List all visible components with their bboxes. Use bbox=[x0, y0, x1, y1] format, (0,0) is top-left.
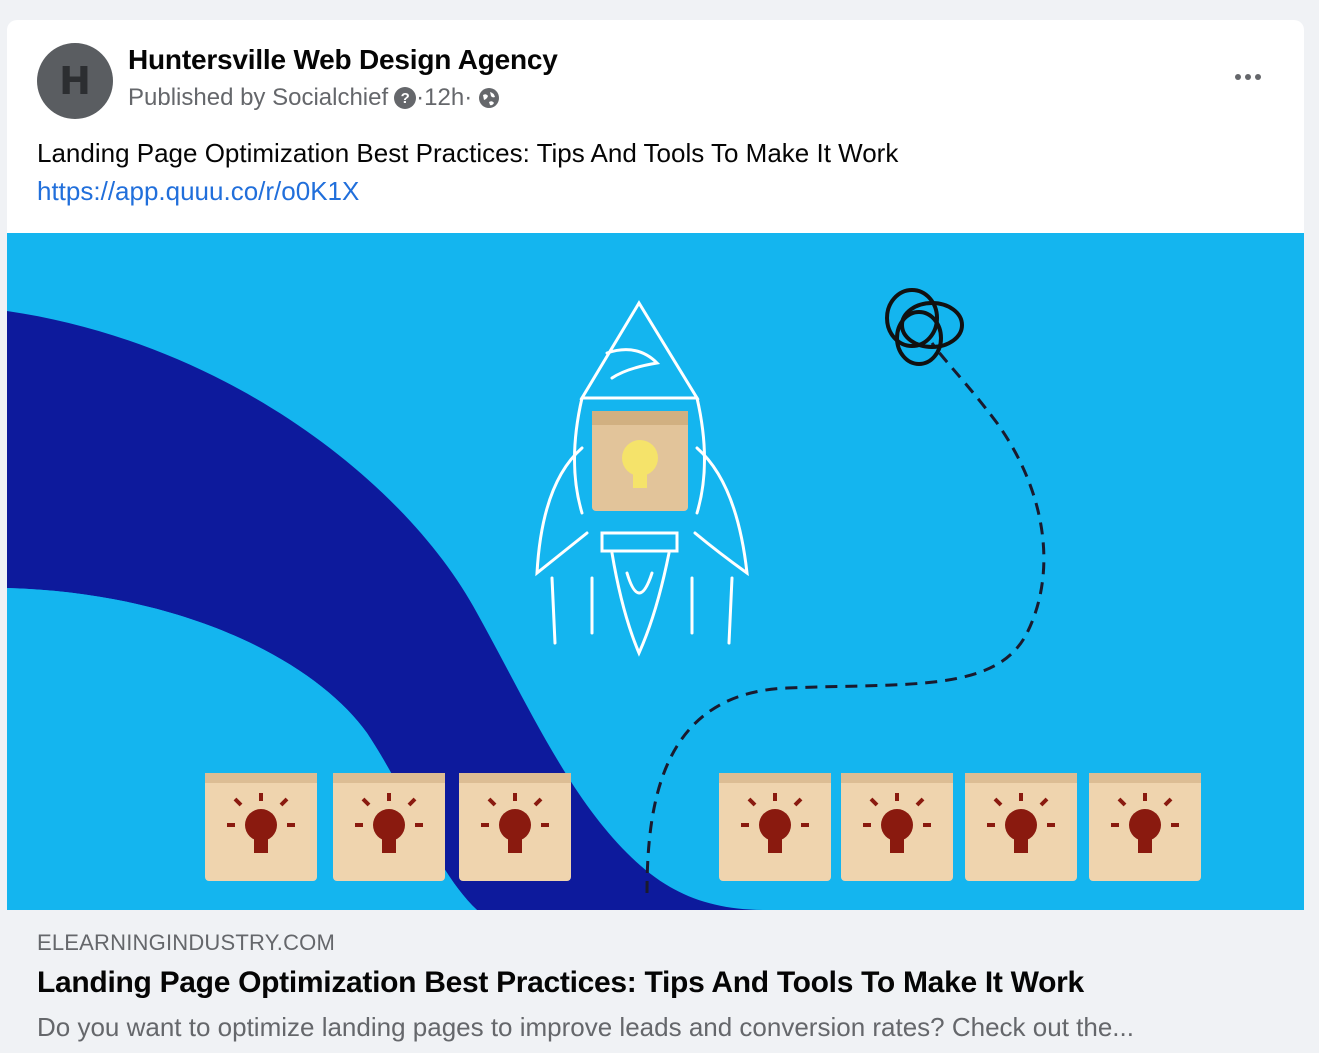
meta-separator: · bbox=[464, 84, 473, 111]
preview-description: Do you want to optimize landing pages to… bbox=[37, 1012, 1134, 1042]
post-link[interactable]: https://app.quuu.co/r/o0K1X bbox=[37, 176, 359, 207]
more-horizontal-icon bbox=[1235, 74, 1241, 80]
avatar[interactable]: H bbox=[37, 43, 113, 119]
post-time-link[interactable]: 12h bbox=[424, 84, 464, 112]
published-by-text: Published by Socialchief bbox=[128, 84, 389, 111]
more-options-button[interactable] bbox=[1226, 60, 1270, 94]
rocket-illustration bbox=[7, 288, 1201, 910]
post-meta: Published by Socialchief ? · 12h · bbox=[128, 84, 500, 112]
post-text: Landing Page Optimization Best Practices… bbox=[37, 138, 899, 168]
post-card: H Huntersville Web Design Agency Publish… bbox=[7, 20, 1304, 1053]
link-preview-card[interactable]: ELEARNINGINDUSTRY.COM Landing Page Optim… bbox=[7, 910, 1304, 1053]
more-horizontal-icon bbox=[1245, 74, 1251, 80]
page-name-link[interactable]: Huntersville Web Design Agency bbox=[128, 44, 558, 76]
link-preview-image[interactable] bbox=[7, 233, 1304, 910]
idea-cubes bbox=[205, 773, 1201, 881]
question-icon[interactable]: ? bbox=[394, 87, 417, 109]
post-header: H Huntersville Web Design Agency Publish… bbox=[7, 20, 1304, 120]
meta-separator: · bbox=[416, 84, 425, 111]
more-horizontal-icon bbox=[1255, 74, 1261, 80]
globe-icon bbox=[478, 87, 500, 109]
preview-title[interactable]: Landing Page Optimization Best Practices… bbox=[37, 966, 1084, 1000]
preview-domain: ELEARNINGINDUSTRY.COM bbox=[37, 930, 335, 955]
